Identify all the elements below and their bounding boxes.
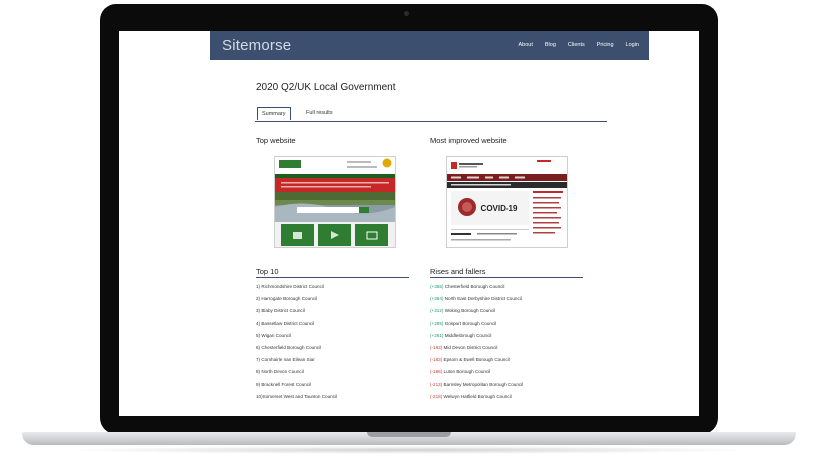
top10-item[interactable]: 3) Blaby District Council (256, 305, 337, 317)
fallers-item[interactable]: (-186) Luton Borough Council (430, 366, 523, 378)
site-logo[interactable]: Sitemorse (222, 37, 291, 54)
site-nav: About Blog Clients Pricing Login (519, 42, 639, 48)
rises-fallers-divider (430, 277, 583, 278)
top10-item[interactable]: 4) Bassetlaw District Council (256, 318, 337, 330)
top10-item[interactable]: 10)Somerset West and Taunton Council (256, 391, 337, 403)
laptop-base (22, 432, 796, 445)
nav-about[interactable]: About (519, 42, 533, 48)
rises-fallers-heading: Rises and fallers (430, 267, 486, 276)
site-header: Sitemorse About Blog Clients Pricing Log… (210, 31, 649, 60)
rises-fallers-list: (+355) Chesterfield Borough Council (+36… (430, 281, 523, 403)
council-name: Welwyn Hatfield Borough Council (443, 393, 512, 399)
top10-item[interactable]: 5) Wigan Council (256, 330, 337, 342)
laptop-shadow (60, 446, 758, 454)
fallers-item[interactable]: (-183) Epsom & Ewell Borough Council (430, 354, 523, 366)
laptop-lid: Sitemorse About Blog Clients Pricing Log… (100, 4, 718, 434)
nav-clients[interactable]: Clients (568, 42, 585, 48)
change-value: (+355) (430, 284, 444, 289)
council-name: Luton Borough Council (443, 369, 491, 375)
top-website-thumbnail[interactable] (274, 156, 396, 248)
most-improved-thumbnail[interactable]: COVID-19 (446, 156, 568, 248)
top10-item[interactable]: 6) Chesterfield Borough Council (256, 342, 337, 354)
council-name: Woking Borough Council (444, 308, 496, 314)
fallers-item[interactable]: (-183) Mid Devon District Council (430, 342, 523, 354)
page-title: 2020 Q2/UK Local Government (256, 82, 396, 93)
change-value: (+285) (430, 320, 444, 326)
change-value: (-183) (430, 344, 443, 350)
top10-heading: Top 10 (256, 267, 279, 276)
tab-bar: Summary Full results (255, 107, 607, 122)
rises-item[interactable]: (+355) Chesterfield Borough Council (430, 281, 523, 293)
fallers-item[interactable]: (-213) Barnsley Metropolitan Borough Cou… (430, 379, 523, 391)
change-value: (-218) (430, 393, 443, 399)
top10-list: 1) Richmondshire District Council 2) Har… (256, 281, 337, 403)
nav-pricing[interactable]: Pricing (597, 42, 614, 48)
rises-item[interactable]: (+285) Gosport Borough Council (430, 318, 523, 330)
council-name: Barnsley Metropolitan Borough Council (443, 381, 524, 387)
council-name: Chesterfield Borough Council (444, 284, 505, 289)
rises-item[interactable]: (+364) North East Derbyshire District Co… (430, 293, 523, 305)
council-name: Gosport Borough Council (444, 320, 497, 326)
laptop-screen: Sitemorse About Blog Clients Pricing Log… (119, 31, 699, 416)
top10-item[interactable]: 8) North Devon Council (256, 366, 337, 378)
most-improved-screenshot: COVID-19 (447, 157, 567, 247)
top10-item[interactable]: 2) Harrogate Borough Council (256, 293, 337, 305)
laptop-notch (367, 432, 451, 437)
top10-item[interactable]: 1) Richmondshire District Council (256, 281, 337, 293)
top-website-screenshot (275, 157, 395, 247)
rises-item[interactable]: (+312) Woking Borough Council (430, 305, 523, 317)
top-website-heading: Top website (256, 136, 296, 145)
top10-item[interactable]: 9) Bracknell Forest Council (256, 379, 337, 391)
council-name: North East Derbyshire District Council (444, 296, 522, 302)
top10-item[interactable]: 7) Comhairle nan Eilean Siar (256, 354, 337, 366)
top10-divider (256, 277, 409, 278)
nav-login[interactable]: Login (626, 42, 639, 48)
rises-item[interactable]: (+261) Middlesbrough Council (430, 330, 523, 342)
council-name: Middlesbrough Council (444, 332, 492, 338)
change-value: (+312) (430, 308, 444, 314)
council-name: Mid Devon District Council (443, 344, 498, 350)
nav-blog[interactable]: Blog (545, 42, 556, 48)
tab-full-results[interactable]: Full results (302, 107, 337, 119)
change-value: (-183) (430, 357, 443, 363)
tab-summary[interactable]: Summary (257, 107, 291, 120)
council-name: Epsom & Ewell Borough Council (443, 357, 510, 363)
most-improved-heading: Most improved website (430, 136, 507, 145)
change-value: (-213) (430, 381, 443, 387)
fallers-item[interactable]: (-218) Welwyn Hatfield Borough Council (430, 391, 523, 403)
covid-banner-text: COVID-19 (481, 204, 518, 213)
camera-icon (404, 11, 409, 16)
change-value: (-186) (430, 369, 443, 375)
change-value: (+364) (430, 296, 444, 302)
change-value: (+261) (430, 332, 444, 338)
